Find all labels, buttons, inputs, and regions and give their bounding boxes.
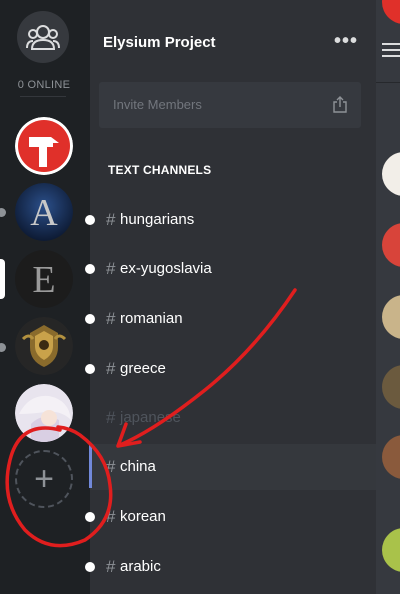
channel-name: romanian [120,310,183,327]
channel-korean[interactable]: # korean [85,499,376,535]
invite-members-field[interactable]: Invite Members [99,82,361,128]
unread-indicator [85,314,95,324]
online-count: 0 ONLINE [17,79,71,91]
invite-members-label: Invite Members [113,97,202,112]
server-icon-anime[interactable] [15,384,73,442]
channel-china[interactable]: # china [89,444,376,490]
unread-indicator [0,208,6,217]
member-list-edge [376,0,400,594]
server-rail: 0 ONLINE A E + [0,0,90,594]
hamburger-menu-icon[interactable] [382,43,400,57]
member-avatar[interactable] [382,0,400,24]
server-icon-e[interactable]: E [15,250,73,308]
unread-indicator [85,264,95,274]
unread-indicator [85,364,95,374]
svg-text:A: A [30,192,58,234]
server-icon-a[interactable]: A [15,183,73,241]
more-options-button[interactable]: ••• [334,30,358,53]
hash-icon: # [106,408,116,427]
channel-romanian[interactable]: # romanian [85,301,376,337]
selected-channel-bar [89,444,92,488]
server-icon-red-hammer[interactable] [15,117,73,175]
member-avatar[interactable] [382,152,400,196]
channel-panel: Elysium Project ••• Invite Members TEXT … [85,0,376,594]
channel-hungarians[interactable]: # hungarians [85,202,376,238]
svg-text:E: E [32,259,55,301]
channel-name: greece [120,360,166,377]
member-avatar[interactable] [382,435,400,479]
channel-name: china [120,458,156,475]
channel-name: korean [120,508,166,525]
header-divider [376,82,400,83]
member-avatar[interactable] [382,223,400,267]
friends-icon [26,25,60,50]
channel-name: japanese [120,409,181,426]
hash-icon: # [106,457,116,476]
channel-name: arabic [120,558,161,575]
hash-icon: # [106,507,116,526]
channel-name: hungarians [120,211,195,228]
plus-icon: + [34,460,54,498]
member-avatar[interactable] [382,295,400,339]
friends-button[interactable] [17,11,69,63]
unread-indicator [0,343,6,352]
guild-name: Elysium Project [103,34,216,51]
hash-icon: # [106,259,116,278]
hash-icon: # [106,557,116,576]
channel-name: ex-yugoslavia [120,260,212,277]
unread-indicator [85,215,95,225]
add-server-button[interactable]: + [15,450,73,508]
channel-arabic[interactable]: # arabic [85,549,376,585]
hash-icon: # [106,359,116,378]
member-avatar[interactable] [382,365,400,409]
unread-indicator [85,562,95,572]
channel-japanese[interactable]: # japanese [90,400,376,436]
channel-greece[interactable]: # greece [85,351,376,387]
unread-indicator [85,512,95,522]
share-icon[interactable] [333,96,347,113]
member-avatar[interactable] [382,528,400,572]
hash-icon: # [106,309,116,328]
server-icon-crest[interactable] [15,317,73,375]
selected-server-pill [0,259,5,299]
hash-icon: # [106,210,116,229]
text-channels-header[interactable]: TEXT CHANNELS [108,163,211,177]
rail-divider [20,96,66,97]
guild-header[interactable]: Elysium Project ••• [90,0,376,80]
channel-ex-yugoslavia[interactable]: # ex-yugoslavia [85,251,376,287]
